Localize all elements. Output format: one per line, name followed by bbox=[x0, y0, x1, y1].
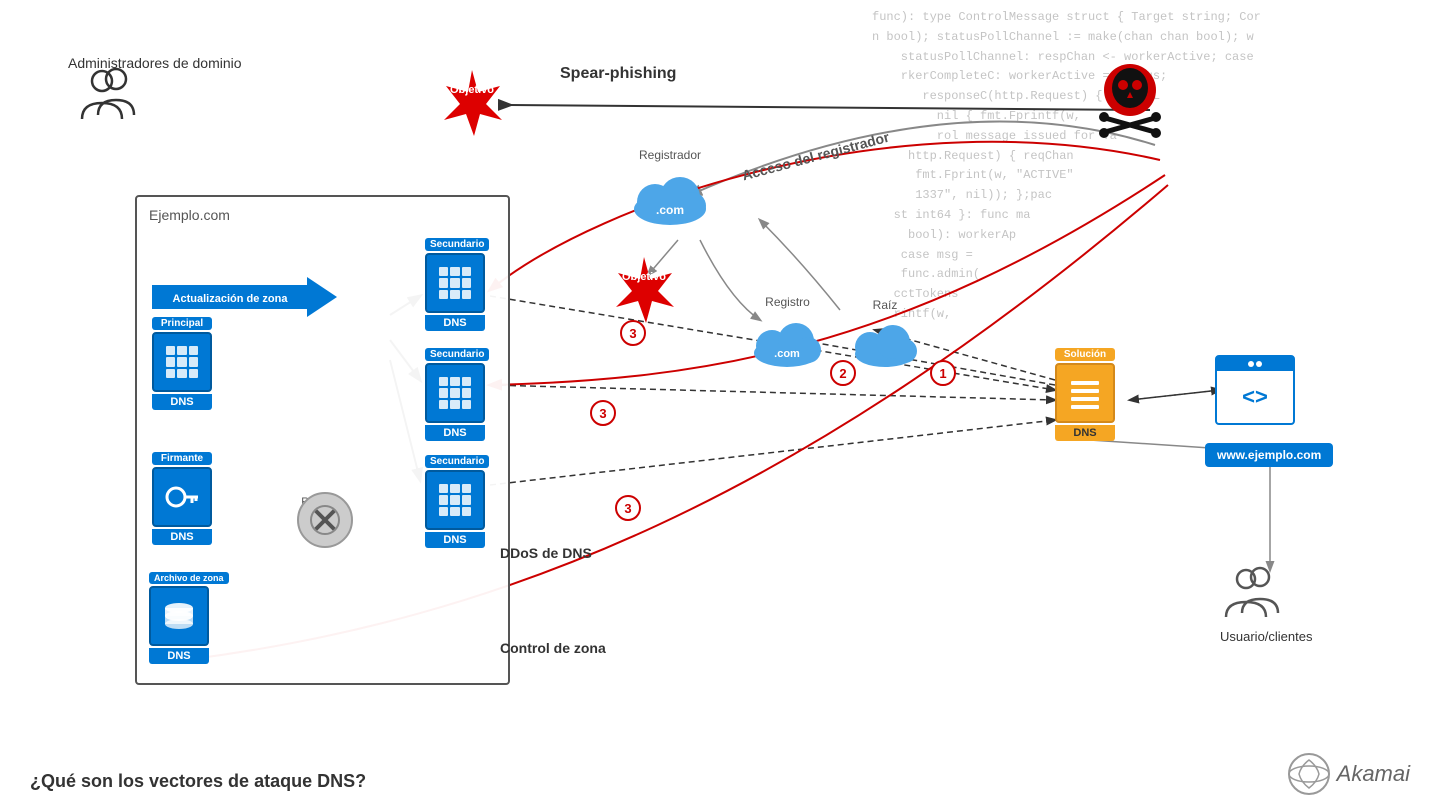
skull-icon bbox=[1090, 60, 1170, 145]
archivo-zona-dns-icon bbox=[149, 586, 209, 646]
secondary2-dns-group: Secundario DNS bbox=[425, 348, 489, 441]
archivo-zona-dns-group: Archivo de zona DNS bbox=[149, 572, 229, 664]
admin-people-group bbox=[78, 65, 138, 125]
registro-group: Registro .com bbox=[750, 295, 825, 376]
solution-dns-group: Solución DNS bbox=[1055, 348, 1115, 441]
svg-text:.com: .com bbox=[774, 348, 800, 360]
secondary3-dns-group: Secundario DNS bbox=[425, 455, 489, 548]
ddos-dns-label: DDoS de DNS bbox=[500, 545, 592, 563]
zona-update-svg: Actualización de zona bbox=[152, 277, 337, 317]
circle-num-3c: 3 bbox=[615, 495, 641, 521]
raiz-group: Raíz bbox=[850, 298, 920, 377]
secondary1-dns-grid bbox=[439, 267, 471, 299]
objetivo1-star bbox=[438, 68, 506, 136]
firmante-dns-group: Firmante DNS bbox=[152, 452, 212, 545]
code-browser-content: <> bbox=[1217, 371, 1293, 423]
principal-dns-group: Principal DNS bbox=[152, 317, 212, 410]
bottom-question: ¿Qué son los vectores de ataque DNS? bbox=[30, 771, 366, 792]
principal-dns-icon bbox=[152, 332, 212, 392]
secondary3-dns-icon bbox=[425, 470, 485, 530]
main-diagram: Administradores de dominio Objetivo bbox=[0, 0, 1440, 810]
firmante-dns-icon bbox=[152, 467, 212, 527]
akamai-text: Akamai bbox=[1337, 761, 1410, 787]
www-ejemplo-box: www.ejemplo.com bbox=[1205, 443, 1333, 467]
ejemplo-title: Ejemplo.com bbox=[149, 207, 230, 223]
admin-people-icon bbox=[78, 65, 138, 120]
registrador-cloud-svg: .com bbox=[630, 164, 710, 229]
akamai-logo: Akamai bbox=[1287, 752, 1410, 796]
principal-dns-grid bbox=[166, 346, 198, 378]
objetivo1-burst: Objetivo bbox=[438, 68, 506, 141]
solution-dns-icon bbox=[1055, 363, 1115, 423]
router-group: Routercon ACL bbox=[297, 492, 339, 524]
router-svg bbox=[308, 503, 342, 537]
objetivo2-star bbox=[610, 255, 678, 323]
registro-cloud-svg: .com bbox=[750, 311, 825, 371]
usuario-clientes-group: Usuario/clientes bbox=[1220, 565, 1313, 644]
spear-phishing-label: Spear-phishing bbox=[560, 65, 676, 83]
secondary1-dns-icon bbox=[425, 253, 485, 313]
admin-label: Administradores de dominio bbox=[68, 55, 242, 73]
raiz-cloud-svg bbox=[850, 314, 920, 372]
control-zona-label: Control de zona bbox=[500, 640, 606, 658]
svg-text:.com: .com bbox=[656, 203, 684, 217]
usuario-clientes-label: Usuario/clientes bbox=[1220, 629, 1313, 644]
registrador-group: Registrador .com bbox=[630, 148, 710, 234]
circle-num-1: 1 bbox=[930, 360, 956, 386]
key-icon-svg bbox=[164, 479, 200, 515]
usuario-clientes-icon bbox=[1220, 565, 1285, 620]
skull-svg bbox=[1090, 60, 1170, 140]
db-icon-svg bbox=[161, 598, 197, 634]
akamai-circle-logo bbox=[1287, 752, 1331, 796]
circle-num-3b: 3 bbox=[590, 400, 616, 426]
objetivo2-burst: Objetivo bbox=[610, 255, 678, 328]
circle-num-2: 2 bbox=[830, 360, 856, 386]
secondary3-dns-grid bbox=[439, 484, 471, 516]
zona-update-arrow: Actualización de zona bbox=[152, 277, 337, 322]
secondary2-dns-grid bbox=[439, 377, 471, 409]
secondary1-dns-group: Secundario DNS bbox=[425, 238, 489, 331]
code-browser-box: <> bbox=[1215, 355, 1295, 425]
code-browser-title-bar bbox=[1217, 357, 1293, 371]
solution-dns-svg bbox=[1067, 375, 1103, 411]
svg-text:Actualización de zona: Actualización de zona bbox=[173, 293, 289, 305]
acceso-registrador-label: Acceso del registrador bbox=[740, 129, 891, 186]
router-icon bbox=[297, 492, 353, 548]
circle-num-3a: 3 bbox=[620, 320, 646, 346]
secondary2-dns-icon bbox=[425, 363, 485, 423]
